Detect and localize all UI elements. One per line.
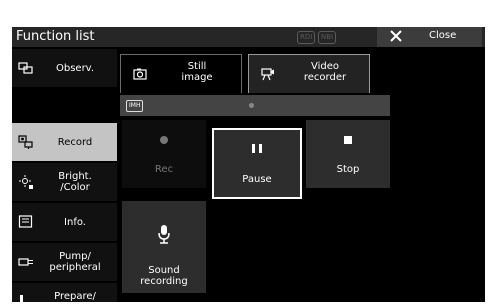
exam-icon: [20, 295, 23, 302]
rec-button[interactable]: Rec: [122, 120, 206, 188]
function-list-window: Function list RDI NBI Close Observ. Reco…: [12, 27, 485, 302]
title-bar: Function list RDI NBI Close: [12, 27, 485, 47]
stop-icon: [344, 136, 352, 144]
close-icon: [390, 30, 402, 42]
recording-status-bar: IMH: [120, 95, 390, 116]
sidebar-item-label: Bright. /Color: [58, 171, 92, 193]
record-dot-icon: [160, 136, 168, 144]
brightness-icon: [19, 175, 33, 189]
record-icon: [18, 135, 33, 149]
imh-badge: IMH: [126, 100, 144, 112]
sidebar-item-prepare-end-exam[interactable]: Prepare/ End Exam: [12, 283, 117, 302]
sidebar-item-info[interactable]: Info.: [12, 203, 117, 241]
pump-icon: [18, 258, 33, 266]
sidebar-item-bright-color[interactable]: Bright. /Color: [12, 163, 117, 201]
tab-label: Video recorder: [303, 61, 347, 83]
sidebar: Observ. Record Bright. /Color Info. Pump…: [12, 49, 117, 302]
video-recorder-panel: IMH Rec Pause Stop Sound recording: [120, 93, 485, 302]
sound-recording-label: Sound recording: [140, 265, 188, 287]
rec-label: Rec: [154, 164, 174, 175]
microphone-icon: [158, 225, 170, 244]
sidebar-item-record[interactable]: Record: [12, 123, 117, 161]
video-recorder-icon: [261, 68, 274, 81]
window-title: Function list: [16, 29, 95, 44]
stop-button[interactable]: Stop: [306, 120, 390, 188]
tab-bar: Still image Video recorder: [120, 49, 485, 94]
tab-label: Still image: [181, 61, 213, 83]
nbi-badge: NBI: [318, 31, 337, 44]
sound-recording-button[interactable]: Sound recording: [122, 201, 206, 293]
recording-indicator-icon: [249, 103, 254, 108]
sidebar-item-label: Info.: [64, 217, 86, 228]
sidebar-item-pump-peripheral[interactable]: Pump/ peripheral: [12, 243, 117, 281]
close-button[interactable]: Close: [377, 27, 482, 47]
sidebar-item-label: Prepare/ End Exam: [54, 291, 96, 302]
rdi-badge: RDI: [297, 31, 316, 44]
pause-label: Pause: [242, 174, 272, 185]
sidebar-item-observ[interactable]: Observ.: [12, 49, 117, 87]
close-label: Close: [429, 30, 457, 41]
pause-button[interactable]: Pause: [212, 128, 302, 199]
stop-label: Stop: [336, 164, 360, 175]
camera-icon: [133, 68, 147, 80]
tab-video-recorder[interactable]: Video recorder: [248, 54, 370, 94]
sidebar-item-label: Record: [57, 137, 93, 148]
observation-icon: [18, 62, 33, 74]
info-icon: [18, 215, 33, 228]
sidebar-item-label: Pump/ peripheral: [49, 251, 101, 273]
tab-still-image[interactable]: Still image: [120, 54, 242, 94]
sidebar-item-label: Observ.: [55, 63, 94, 74]
